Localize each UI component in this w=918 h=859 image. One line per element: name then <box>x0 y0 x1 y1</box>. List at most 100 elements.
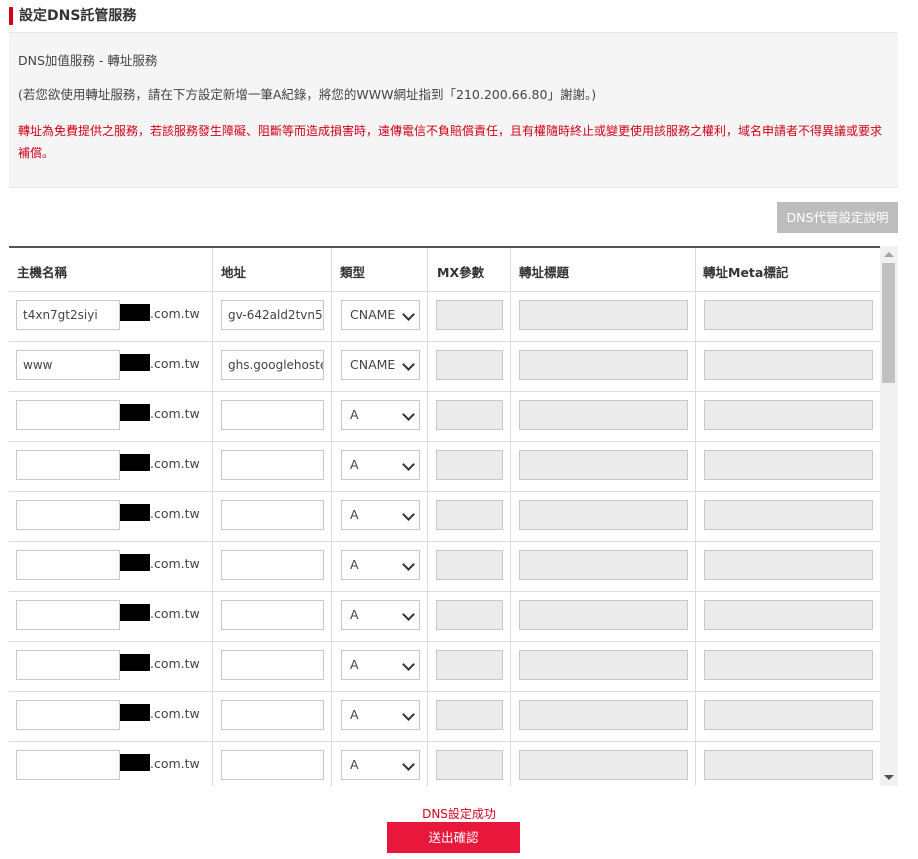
chevron-down-icon <box>402 758 415 771</box>
redacted-domain <box>120 754 150 771</box>
redirect-meta-input[interactable] <box>704 350 873 380</box>
header-mx: MX參數 <box>437 265 485 280</box>
redirect-meta-input[interactable] <box>704 650 873 680</box>
redirect-meta-input[interactable] <box>704 550 873 580</box>
column-divider <box>695 292 696 341</box>
record-type-value: CNAME <box>350 357 396 372</box>
redirect-title-input[interactable] <box>519 450 688 480</box>
page-title: 設定DNS託管服務 <box>9 7 136 25</box>
redirect-title-input[interactable] <box>519 500 688 530</box>
redirect-meta-input[interactable] <box>704 750 873 780</box>
mx-input[interactable] <box>436 650 503 680</box>
host-input[interactable] <box>16 650 120 680</box>
record-type-select[interactable]: CNAME <box>341 300 420 330</box>
redirect-title-input[interactable] <box>519 600 688 630</box>
address-input[interactable] <box>221 700 324 730</box>
column-divider <box>212 492 213 541</box>
column-divider <box>331 248 332 291</box>
mx-input[interactable] <box>436 400 503 430</box>
host-input[interactable] <box>16 600 120 630</box>
redirect-meta-input[interactable] <box>704 700 873 730</box>
column-divider <box>427 692 428 741</box>
column-divider <box>427 542 428 591</box>
address-input[interactable] <box>221 400 324 430</box>
redirect-title-input[interactable] <box>519 400 688 430</box>
column-divider <box>331 592 332 641</box>
redacted-domain <box>120 354 150 371</box>
redirect-title-input[interactable] <box>519 700 688 730</box>
column-divider <box>331 542 332 591</box>
column-divider <box>212 442 213 491</box>
mx-input[interactable] <box>436 450 503 480</box>
record-type-select[interactable]: A <box>341 750 420 780</box>
domain-suffix-text: .com.tw <box>150 556 200 571</box>
mx-input[interactable] <box>436 750 503 780</box>
mx-input[interactable] <box>436 300 503 330</box>
redirect-meta-input[interactable] <box>704 600 873 630</box>
redirect-title-input[interactable] <box>519 300 688 330</box>
table-row: .com.tw A <box>9 692 880 742</box>
record-type-select[interactable]: A <box>341 550 420 580</box>
column-divider <box>695 692 696 741</box>
column-divider <box>695 542 696 591</box>
column-divider <box>510 742 511 786</box>
host-input[interactable] <box>16 400 120 430</box>
column-divider <box>427 642 428 691</box>
column-divider <box>212 542 213 591</box>
scroll-down-arrow-icon[interactable] <box>884 775 894 780</box>
record-type-select[interactable]: A <box>341 400 420 430</box>
table-header-row: 主機名稱 地址 類型 MX參數 轉址標題 轉址Meta標記 <box>9 248 880 292</box>
record-type-select[interactable]: A <box>341 650 420 680</box>
dns-help-button[interactable]: DNS代管設定說明 <box>777 202 898 233</box>
address-input[interactable]: ghs.googlehoste <box>221 350 324 380</box>
domain-suffix: .com.tw <box>118 354 200 371</box>
record-type-select[interactable]: A <box>341 450 420 480</box>
address-input[interactable]: gv-642ald2tvn5c <box>221 300 324 330</box>
address-input[interactable] <box>221 650 324 680</box>
host-input[interactable]: t4xn7gt2siyi <box>16 300 120 330</box>
submit-button[interactable]: 送出確認 <box>387 822 520 853</box>
redirect-title-input[interactable] <box>519 550 688 580</box>
mx-input[interactable] <box>436 550 503 580</box>
host-input[interactable] <box>16 700 120 730</box>
mx-input[interactable] <box>436 600 503 630</box>
redirect-meta-input[interactable] <box>704 450 873 480</box>
host-input[interactable] <box>16 500 120 530</box>
record-type-select[interactable]: CNAME <box>341 350 420 380</box>
scrollbar-thumb[interactable] <box>882 263 895 383</box>
redirect-meta-input[interactable] <box>704 500 873 530</box>
address-input[interactable] <box>221 750 324 780</box>
record-type-select[interactable]: A <box>341 600 420 630</box>
domain-suffix-text: .com.tw <box>150 756 200 771</box>
header-address: 地址 <box>221 265 247 280</box>
redirect-title-input[interactable] <box>519 750 688 780</box>
address-input[interactable] <box>221 450 324 480</box>
record-type-select[interactable]: A <box>341 700 420 730</box>
host-input[interactable]: www <box>16 350 120 380</box>
column-divider <box>695 342 696 391</box>
mx-input[interactable] <box>436 350 503 380</box>
redirect-meta-input[interactable] <box>704 400 873 430</box>
address-input[interactable] <box>221 500 324 530</box>
host-input[interactable] <box>16 750 120 780</box>
chevron-down-icon <box>402 508 415 521</box>
redirect-title-input[interactable] <box>519 650 688 680</box>
column-divider <box>331 442 332 491</box>
column-divider <box>695 642 696 691</box>
address-input[interactable] <box>221 600 324 630</box>
mx-input[interactable] <box>436 500 503 530</box>
domain-suffix-text: .com.tw <box>150 306 200 321</box>
address-input[interactable] <box>221 550 324 580</box>
column-divider <box>331 342 332 391</box>
host-input[interactable] <box>16 450 120 480</box>
column-divider <box>212 292 213 341</box>
redirect-meta-input[interactable] <box>704 300 873 330</box>
redirect-title-input[interactable] <box>519 350 688 380</box>
mx-input[interactable] <box>436 700 503 730</box>
table-scrollbar[interactable] <box>880 246 898 786</box>
domain-suffix: .com.tw <box>118 504 200 521</box>
domain-suffix: .com.tw <box>118 554 200 571</box>
record-type-select[interactable]: A <box>341 500 420 530</box>
host-input[interactable] <box>16 550 120 580</box>
scroll-up-arrow-icon[interactable] <box>884 252 894 257</box>
